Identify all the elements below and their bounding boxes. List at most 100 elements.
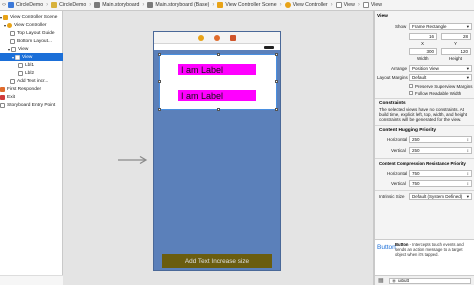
preserve-margins-label: Preserve Superview Margins [415,83,473,89]
resize-handle[interactable] [275,108,278,111]
stepper-icon[interactable]: ↕ [467,171,469,176]
view-controller-scene[interactable]: I am Label I am Label Add Text Increase … [153,31,281,271]
stepper-icon[interactable]: ↕ [467,137,469,142]
library-filter-input[interactable]: ◉ uibutt [389,277,471,284]
outline-item-top-layout-guide[interactable]: Top Layout Guide [10,29,55,37]
breadcrumb-item[interactable]: CircleDemo › [8,2,51,8]
outline-item-entry-point[interactable]: Storyboard Entry Point [0,101,55,109]
selected-container-view[interactable]: I am Label I am Label [158,53,278,111]
label-icon [18,70,23,76]
resize-handle[interactable] [158,108,161,111]
preserve-margins-checkbox[interactable] [409,84,413,88]
exit-dock-icon[interactable] [230,34,236,41]
disclosure-triangle-icon[interactable]: ▾ [8,47,10,52]
outline-item-add-text-button[interactable]: Add Text incr... [10,77,48,85]
outline-item-lbl1[interactable]: Lbl1 [18,61,34,69]
disclosure-triangle-icon[interactable]: ▾ [12,55,14,60]
view-icon [362,2,369,8]
section-title: View [377,14,388,19]
constraints-title: Constraints [379,101,406,106]
breadcrumb-item[interactable]: View Controller › [284,2,336,8]
layout-margins-select[interactable]: Default ▾ [409,74,472,81]
label-icon [18,62,23,68]
view-icon [11,46,17,52]
entry-point-arrow-icon[interactable] [118,156,148,164]
chevron-down-icon: ▾ [466,23,469,29]
arrange-label: Arrange [391,66,408,71]
chevron-down-icon: ▾ [466,193,469,199]
breadcrumb-item[interactable]: CircleDemo › [51,2,94,8]
breadcrumb-item[interactable]: Main.storyboard (Base) › [147,2,217,8]
show-select[interactable]: Frame Rectangle ▾ [409,23,472,30]
intrinsic-size-label: Intrinsic Size [379,194,405,199]
outline-item-lbl2[interactable]: Lbl2 [18,69,34,77]
divider [375,98,474,99]
height-field[interactable]: 120 [441,48,471,55]
outline-item-scene[interactable]: ▾ View Controller Scene [0,13,57,21]
label-2[interactable]: I am Label [178,90,256,101]
divider [375,190,474,191]
resize-handle[interactable] [158,80,161,83]
outline-item-view-selected[interactable]: ▾ View [12,53,32,61]
resize-handle[interactable] [158,53,161,56]
exit-icon [0,94,5,100]
arrange-select[interactable]: Position View ▾ [409,65,472,72]
disclosure-triangle-icon[interactable]: ▾ [0,15,2,20]
breadcrumb-item[interactable]: View [362,2,382,8]
outline-item-exit[interactable]: Exit [0,93,15,101]
storyboard-file-icon [94,2,101,8]
resize-handle[interactable] [217,53,220,56]
outline-item-view-controller[interactable]: ▾ View Controller [4,21,46,29]
x-field[interactable]: 16 [409,33,437,40]
label-1[interactable]: I am Label [178,64,256,75]
library-filter-bar: ▦ ◉ uibutt [375,275,474,285]
compression-vertical-field[interactable]: 750 ↕ [409,180,472,187]
jump-bar: ‹› CircleDemo › CircleDemo › Main.storyboa… [0,0,474,11]
outline-item-bottom-layout-guide[interactable]: Bottom Layout... [10,37,52,45]
first-responder-dock-icon[interactable] [214,34,220,41]
object-library-item[interactable]: Button Button - Intercepts touch events … [375,239,474,275]
stepper-icon[interactable]: ↕ [467,181,469,186]
scene-icon [3,14,9,20]
breadcrumb-item[interactable]: View › [335,2,363,8]
resize-handle[interactable] [217,108,220,111]
storyboard-canvas[interactable]: I am Label I am Label Add Text Increase … [63,11,374,285]
scene-dock [154,32,280,44]
resize-handle[interactable] [275,80,278,83]
compression-vertical-label: Vertical [391,181,406,186]
view-controller-dock-icon[interactable] [198,34,204,41]
y-field[interactable]: 28 [441,33,471,40]
size-inspector: View Show Frame Rectangle ▾ 16 28 X Y 300… [374,11,474,285]
y-caption: Y [454,41,458,46]
outline-item-view[interactable]: ▾ View [8,45,28,53]
folder-icon [51,2,58,8]
breadcrumb-item[interactable]: Main.storyboard › [94,2,147,8]
disclosure-triangle-icon[interactable]: ▾ [4,23,6,28]
hugging-vertical-field[interactable]: 250 ↕ [409,147,472,154]
add-text-increase-size-button[interactable]: Add Text Increase size [162,254,272,268]
layout-margins-label: Layout Margins [377,75,408,80]
hugging-horizontal-field[interactable]: 250 ↕ [409,136,472,143]
stepper-icon[interactable]: ↕ [467,148,469,153]
divider [375,125,474,126]
outline-filter-bar[interactable] [0,275,63,285]
breadcrumb-item[interactable]: View Controller Scene › [217,2,284,8]
view-icon [335,2,342,8]
status-bar [154,44,280,50]
resize-handle[interactable] [275,53,278,56]
grid-view-icon[interactable]: ▦ [378,277,384,284]
divider [375,158,474,159]
compression-horizontal-field[interactable]: 750 ↕ [409,170,472,177]
entry-point-icon [0,102,5,108]
show-label: Show [395,24,407,29]
storyboard-file-icon [147,2,154,8]
width-field[interactable]: 300 [409,48,437,55]
view-controller-icon [284,2,291,8]
outline-item-first-responder[interactable]: First Responder [0,85,41,93]
document-outline: ▾ View Controller Scene ▾ View Controller … [0,11,63,285]
back-forward-arrows-icon[interactable]: ‹› [2,2,6,8]
view-controller-icon [7,22,13,28]
follow-readable-checkbox[interactable] [409,91,413,95]
constraints-description: The selected views have no constraints. … [379,107,468,122]
intrinsic-size-select[interactable]: Default (System Defined) ▾ [409,193,472,200]
